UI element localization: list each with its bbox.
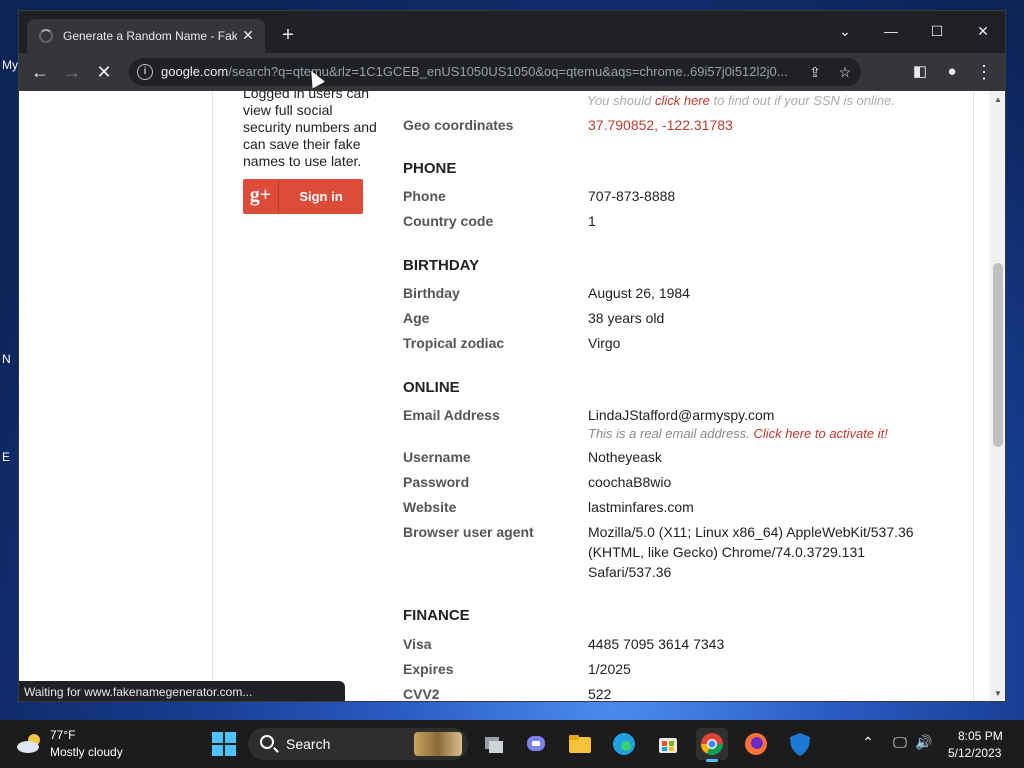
birthday-value: August 26, 1984	[588, 285, 690, 301]
ssn-check-link[interactable]: click here	[655, 93, 710, 108]
chevron-up-icon[interactable]: ⌃	[858, 734, 878, 751]
desktop-icon-label[interactable]: N	[2, 352, 11, 366]
new-tab-button[interactable]: +	[277, 25, 299, 47]
website-value: lastminfares.com	[588, 499, 694, 515]
search-highlight-image	[414, 732, 462, 756]
birthday-label: Birthday	[403, 285, 460, 301]
user-agent-line: (KHTML, like Gecko) Chrome/74.0.3729.131	[588, 544, 866, 560]
phone-value: 707-873-8888	[588, 188, 676, 204]
user-agent-label: Browser user agent	[403, 524, 534, 540]
side-panel-icon[interactable]: ◧	[907, 59, 933, 85]
page-viewport: Logged in users can view full social sec…	[19, 91, 989, 702]
network-icon[interactable]: 🖵	[890, 734, 910, 751]
tab-title: Generate a Random Name - Fake Name Gener…	[63, 29, 237, 43]
email-note: This is a real email address. Click here…	[588, 426, 888, 441]
username-value: Notheyeask	[588, 449, 662, 465]
minimize-button[interactable]: —	[871, 17, 911, 45]
google-plus-icon: g+	[243, 179, 279, 214]
menu-kebab-icon[interactable]: ⋮	[971, 59, 997, 85]
forward-button[interactable]: →	[59, 59, 85, 85]
browser-window: Generate a Random Name - Fake Name Gener…	[18, 10, 1006, 702]
status-bubble: Waiting for www.fakenamegenerator.com...	[19, 681, 345, 701]
tab-close-icon[interactable]: ✕	[239, 26, 257, 44]
store-icon[interactable]	[652, 728, 684, 760]
teams-chat-icon[interactable]	[520, 728, 552, 760]
stop-loading-button[interactable]: ✕	[91, 59, 117, 85]
scrollbar-thumb[interactable]	[993, 263, 1003, 447]
user-agent-line: Safari/537.36	[588, 564, 672, 580]
country-code-label: Country code	[403, 213, 494, 229]
website-label: Website	[403, 499, 457, 515]
geo-value[interactable]: 37.790852, -122.31783	[588, 117, 733, 133]
section-phone: PHONE	[403, 160, 457, 177]
scroll-up-icon[interactable]: ▲	[992, 95, 1004, 105]
scroll-down-icon[interactable]: ▼	[992, 689, 1004, 699]
visa-value: 4485 7095 3614 7343	[588, 636, 725, 652]
active-app-indicator	[706, 759, 718, 762]
zodiac-label: Tropical zodiac	[403, 335, 505, 351]
google-plus-signin-button[interactable]: g+ Sign in	[243, 179, 363, 214]
password-value: coochaB8wio	[588, 474, 672, 490]
expires-value: 1/2025	[588, 661, 631, 677]
signin-label: Sign in	[299, 189, 343, 204]
windows-start-icon[interactable]	[212, 732, 236, 756]
bookmark-star-icon[interactable]: ☆	[835, 62, 855, 82]
taskbar: 77°F Mostly cloudy Search ⌃ 🖵 🔊 8:05 PM …	[0, 720, 1024, 768]
email-label: Email Address	[403, 407, 500, 423]
section-online: ONLINE	[403, 379, 460, 396]
clock-date[interactable]: 5/12/2023	[948, 746, 1001, 760]
login-promo-text: Logged in users can view full social sec…	[243, 91, 377, 169]
desktop-icon-label[interactable]: My	[2, 58, 18, 72]
username-label: Username	[403, 449, 471, 465]
clock-time[interactable]: 8:05 PM	[958, 729, 1003, 743]
search-label: Search	[286, 736, 331, 752]
cvv-value: 522	[588, 686, 612, 702]
volume-icon[interactable]: 🔊	[914, 734, 934, 751]
geo-label: Geo coordinates	[403, 117, 514, 133]
site-info-icon[interactable]: i	[137, 64, 153, 80]
browser-toolbar: ← → ✕ i google.com/search?q=qtemu&rlz=1C…	[19, 53, 1005, 91]
country-code-value: 1	[588, 213, 596, 229]
cloudy-weather-icon[interactable]	[16, 732, 44, 754]
visa-label: Visa	[403, 636, 432, 652]
file-explorer-icon[interactable]	[564, 728, 596, 760]
ssn-note: You should click here to find out if you…	[587, 93, 895, 108]
security-shield-icon[interactable]	[784, 728, 816, 760]
email-value: LindaJStafford@armyspy.com	[588, 407, 775, 423]
weather-condition[interactable]: Mostly cloudy	[50, 745, 123, 759]
desktop-icon-label[interactable]: E	[2, 450, 10, 464]
phone-label: Phone	[403, 188, 446, 204]
firefox-icon[interactable]	[740, 728, 772, 760]
page-scrollbar[interactable]: ▲ ▼	[989, 91, 1005, 701]
loading-spinner-icon	[39, 29, 53, 43]
close-window-button[interactable]: ✕	[963, 17, 1003, 45]
browser-tab[interactable]: Generate a Random Name - Fake Name Gener…	[27, 19, 265, 53]
search-icon	[260, 735, 274, 749]
address-bar[interactable]: i google.com/search?q=qtemu&rlz=1C1GCEB_…	[129, 58, 861, 86]
task-view-icon[interactable]	[478, 728, 510, 760]
zodiac-value: Virgo	[588, 335, 621, 351]
expires-label: Expires	[403, 661, 454, 677]
tab-strip: Generate a Random Name - Fake Name Gener…	[19, 11, 1005, 53]
share-icon[interactable]: ⇪	[805, 62, 825, 82]
tab-search-button[interactable]: ⌄	[825, 17, 865, 45]
user-agent-line: Mozilla/5.0 (X11; Linux x86_64) AppleWeb…	[588, 524, 914, 540]
back-button[interactable]: ←	[27, 59, 53, 85]
taskbar-search[interactable]: Search	[248, 728, 468, 760]
url-text[interactable]: google.com/search?q=qtemu&rlz=1C1GCEB_en…	[161, 64, 801, 79]
chrome-icon[interactable]	[696, 728, 728, 762]
age-value: 38 years old	[588, 310, 665, 326]
edge-browser-icon[interactable]	[608, 728, 640, 760]
maximize-button[interactable]: ☐	[917, 17, 957, 45]
profile-icon[interactable]: ●	[939, 59, 965, 85]
cvv-label: CVV2	[403, 686, 440, 702]
activate-email-link[interactable]: Click here to activate it!	[753, 426, 887, 441]
section-birthday: BIRTHDAY	[403, 257, 480, 274]
password-label: Password	[403, 474, 470, 490]
weather-temperature[interactable]: 77°F	[50, 728, 75, 742]
age-label: Age	[403, 310, 430, 326]
section-finance: FINANCE	[403, 607, 470, 624]
